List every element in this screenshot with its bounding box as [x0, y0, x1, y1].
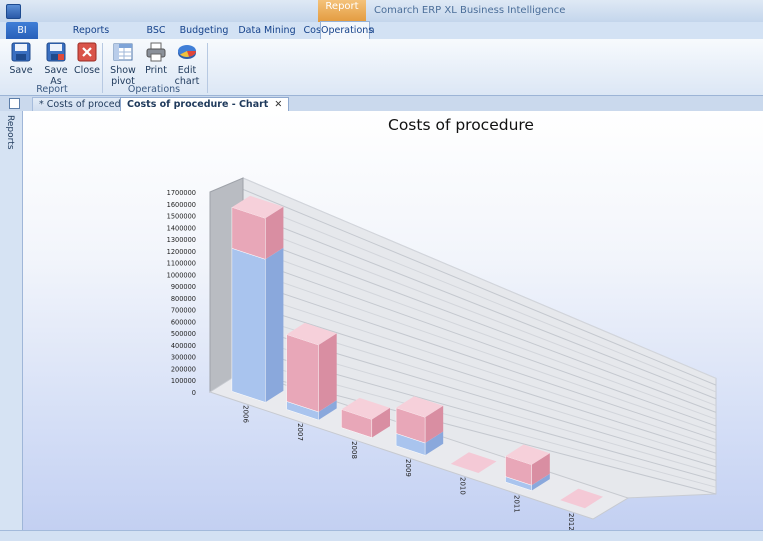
edit-chart-button[interactable]: Edit chart — [170, 42, 204, 87]
chart-title: Costs of procedure — [388, 116, 534, 134]
y-tick-label: 1200000 — [167, 248, 196, 256]
save-as-icon — [46, 42, 66, 62]
y-tick-label: 1000000 — [167, 271, 196, 279]
save-button[interactable]: Save — [4, 42, 38, 76]
tab-bi[interactable]: BI — [6, 22, 38, 39]
y-tick-label: 600000 — [171, 318, 196, 326]
reports-panel-label: Reports — [5, 115, 15, 150]
pivot-table-icon — [113, 42, 133, 62]
x-tick-label: 2008 — [350, 441, 358, 459]
printer-icon — [146, 42, 166, 62]
y-tick-label: 400000 — [171, 342, 196, 350]
tab-operations[interactable]: Operations — [320, 21, 373, 40]
ribbon: Save Save As Close Report Show pivot Pri… — [0, 39, 763, 96]
y-tick-label: 700000 — [171, 307, 196, 315]
x-tick-label: 2011 — [513, 495, 521, 513]
bar-segment — [286, 334, 319, 413]
doc-tab-costs-chart[interactable]: Costs of procedure - Chart ✕ — [120, 97, 290, 112]
y-tick-label: 800000 — [171, 295, 196, 303]
show-pivot-button[interactable]: Show pivot — [104, 42, 142, 87]
window-title: Comarch ERP XL Business Intelligence — [374, 5, 566, 16]
save-icon — [11, 42, 31, 62]
x-tick-label: 2012 — [567, 513, 575, 530]
group-label-operations: Operations — [127, 84, 181, 95]
y-tick-label: 1400000 — [167, 224, 196, 232]
pie-chart-icon — [177, 42, 197, 62]
tab-budgeting[interactable]: Budgeting — [176, 22, 232, 39]
x-tick-label: 2006 — [242, 405, 250, 423]
x-tick-label: 2009 — [404, 459, 412, 477]
doc-tab-label: Costs of procedure - Chart — [127, 99, 269, 110]
bar-segment — [318, 333, 337, 412]
save-as-button[interactable]: Save As — [38, 42, 74, 87]
x-tick-label: 2010 — [458, 477, 466, 495]
window-title-bar: Report Comarch ERP XL Business Intellige… — [0, 0, 763, 22]
save-label: Save — [9, 65, 33, 76]
bar-chart-3d: 0 100000 200000 300000 400000 500000 600000 700… — [167, 116, 717, 530]
y-tick-label: 1500000 — [167, 213, 196, 221]
tab-data-mining[interactable]: Data Mining — [236, 22, 298, 39]
y-tick-label: 200000 — [171, 365, 196, 373]
pane-toggle-icon[interactable] — [9, 98, 20, 109]
bar-segment — [265, 247, 284, 403]
y-tick-label: 300000 — [171, 354, 196, 362]
y-tick-label: 1600000 — [167, 201, 196, 209]
y-tick-label: 1100000 — [167, 260, 196, 268]
context-tab-report: Report — [318, 0, 366, 22]
group-label-report: Report — [36, 84, 68, 95]
close-label: Close — [74, 65, 100, 76]
y-tick-label: 0 — [192, 389, 196, 397]
print-button[interactable]: Print — [144, 42, 168, 76]
chart-area: 0 100000 200000 300000 400000 500000 600000 700… — [23, 111, 763, 530]
bar-segment — [231, 247, 266, 403]
ribbon-tab-bar: BI Reports management BSC Budgeting Data… — [0, 21, 763, 53]
document-tab-bar: * Costs of procedure Costs of procedure … — [0, 96, 763, 112]
y-tick-label: 1700000 — [167, 189, 196, 197]
tab-reports-management[interactable]: Reports management — [46, 22, 136, 53]
y-tick-label: 500000 — [171, 330, 196, 338]
y-tick-label: 1300000 — [167, 236, 196, 244]
ribbon-separator — [102, 43, 103, 93]
x-tick-label: 2007 — [296, 423, 304, 441]
app-icon[interactable] — [6, 4, 21, 19]
y-tick-label: 900000 — [171, 283, 196, 291]
status-bar — [0, 530, 763, 541]
reports-side-panel[interactable]: Reports — [0, 111, 23, 530]
ribbon-separator — [207, 43, 208, 93]
tab-bsc[interactable]: BSC — [140, 22, 172, 39]
close-tab-icon[interactable]: ✕ — [274, 99, 282, 110]
close-icon — [77, 42, 97, 62]
close-button[interactable]: Close — [72, 42, 102, 76]
print-label: Print — [145, 65, 167, 76]
y-tick-label: 100000 — [171, 377, 196, 385]
